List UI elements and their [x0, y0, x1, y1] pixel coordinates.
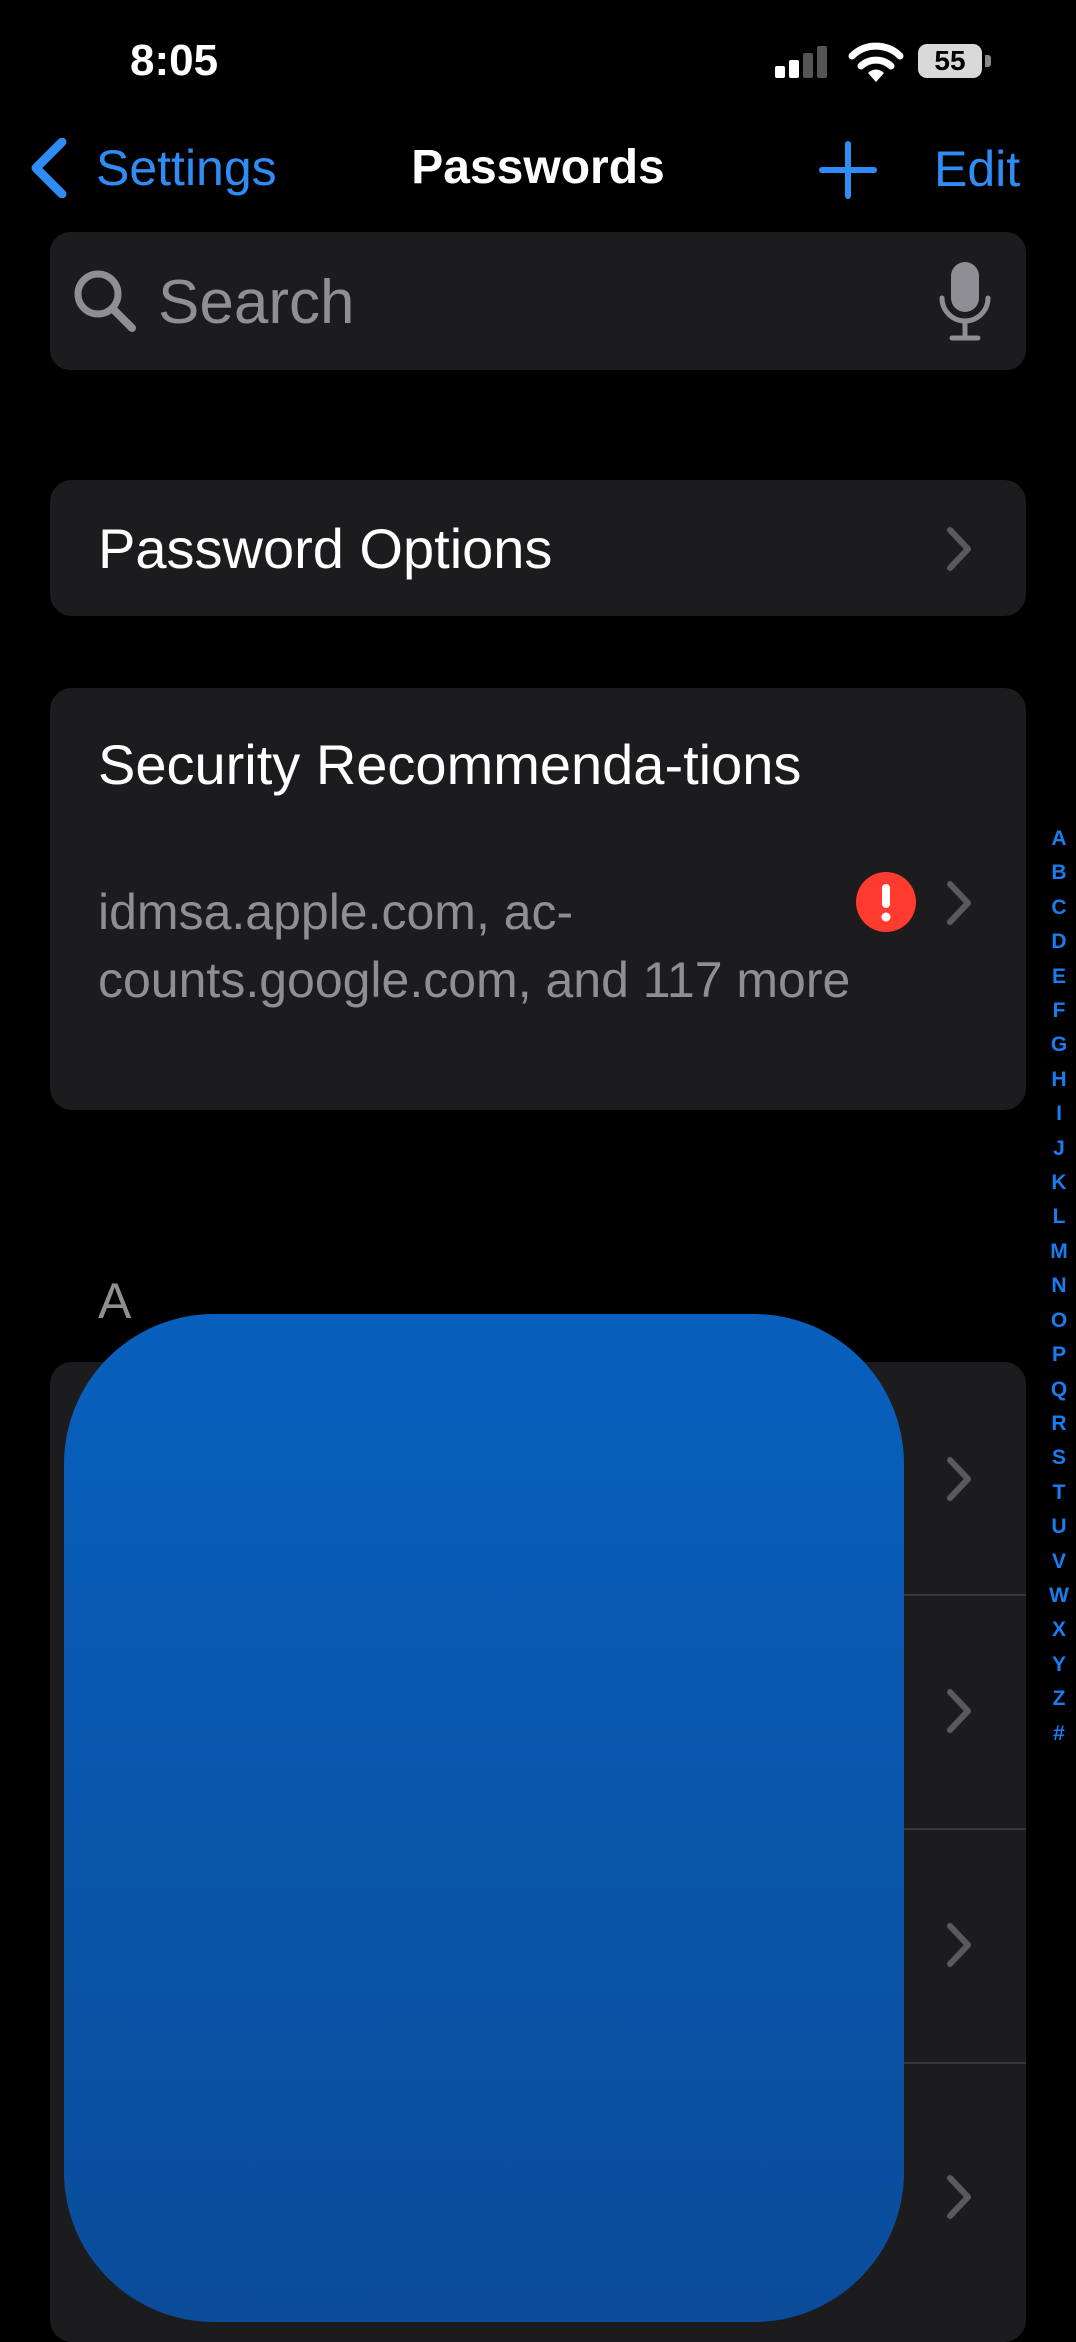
chevron-right-icon	[947, 1923, 971, 1967]
index-letter[interactable]: H	[1051, 1063, 1066, 1097]
exclamation-icon	[856, 872, 916, 932]
battery-icon: 55	[918, 44, 992, 78]
index-letter[interactable]: P	[1052, 1338, 1066, 1372]
index-letter[interactable]: J	[1053, 1132, 1065, 1166]
index-letter[interactable]: Q	[1051, 1373, 1067, 1407]
index-letter[interactable]: E	[1052, 960, 1066, 994]
index-letter[interactable]: G	[1051, 1028, 1067, 1062]
index-letter[interactable]: W	[1049, 1579, 1069, 1613]
index-letter[interactable]: M	[1050, 1235, 1068, 1269]
chevron-right-icon	[947, 527, 971, 571]
redaction-overlay	[64, 1314, 904, 2322]
index-letter[interactable]: A	[1051, 822, 1066, 856]
search-icon	[74, 270, 136, 332]
index-letter[interactable]: I	[1056, 1097, 1062, 1131]
index-letter[interactable]: Y	[1052, 1648, 1066, 1682]
chevron-right-icon	[947, 1689, 971, 1733]
index-letter[interactable]: K	[1051, 1166, 1066, 1200]
alphabet-index[interactable]: A B C D E F G H I J K L M N O P Q R S T U V W X Y Z #	[1046, 822, 1072, 1751]
index-letter[interactable]: D	[1051, 925, 1066, 959]
index-letter[interactable]: R	[1051, 1407, 1066, 1441]
chevron-right-icon	[947, 881, 971, 925]
search-bar[interactable]	[50, 232, 1026, 370]
search-input[interactable]	[156, 252, 960, 352]
index-letter[interactable]: Z	[1053, 1682, 1066, 1716]
password-options-cell[interactable]: Password Options	[50, 480, 1026, 616]
chevron-right-icon	[947, 2175, 971, 2219]
index-letter[interactable]: V	[1052, 1545, 1066, 1579]
index-letter[interactable]: O	[1051, 1304, 1067, 1338]
status-time: 8:05	[130, 36, 219, 85]
index-letter[interactable]: #	[1053, 1717, 1065, 1751]
index-letter[interactable]: T	[1053, 1476, 1066, 1510]
plus-icon[interactable]	[818, 140, 878, 200]
back-button[interactable]: Settings	[28, 138, 277, 198]
index-letter[interactable]: N	[1051, 1269, 1066, 1303]
battery-level: 55	[918, 44, 982, 78]
back-chevron-icon	[31, 138, 67, 198]
section-header-a: A	[98, 1273, 132, 1329]
index-letter[interactable]: F	[1053, 994, 1066, 1028]
security-recommendations-title: Security Recommenda-tions	[98, 733, 802, 796]
index-letter[interactable]: U	[1051, 1510, 1066, 1544]
security-recommendations-cell[interactable]: Security Recommenda-tions idmsa.apple.co…	[50, 688, 1026, 1110]
wifi-icon	[848, 42, 904, 82]
index-letter[interactable]: B	[1051, 856, 1066, 890]
index-letter[interactable]: S	[1052, 1441, 1066, 1475]
microphone-icon[interactable]	[938, 260, 992, 344]
index-letter[interactable]: L	[1053, 1200, 1066, 1234]
chevron-right-icon	[947, 1457, 971, 1501]
cellular-signal-icon	[775, 44, 831, 78]
index-letter[interactable]: C	[1051, 891, 1066, 925]
password-options-label: Password Options	[98, 517, 553, 580]
index-letter[interactable]: X	[1052, 1613, 1066, 1647]
back-button-label: Settings	[96, 140, 277, 196]
edit-button[interactable]: Edit	[934, 140, 1020, 198]
security-recommendations-subtitle: idmsa.apple.com, ac-counts.google.com, a…	[98, 884, 851, 1008]
